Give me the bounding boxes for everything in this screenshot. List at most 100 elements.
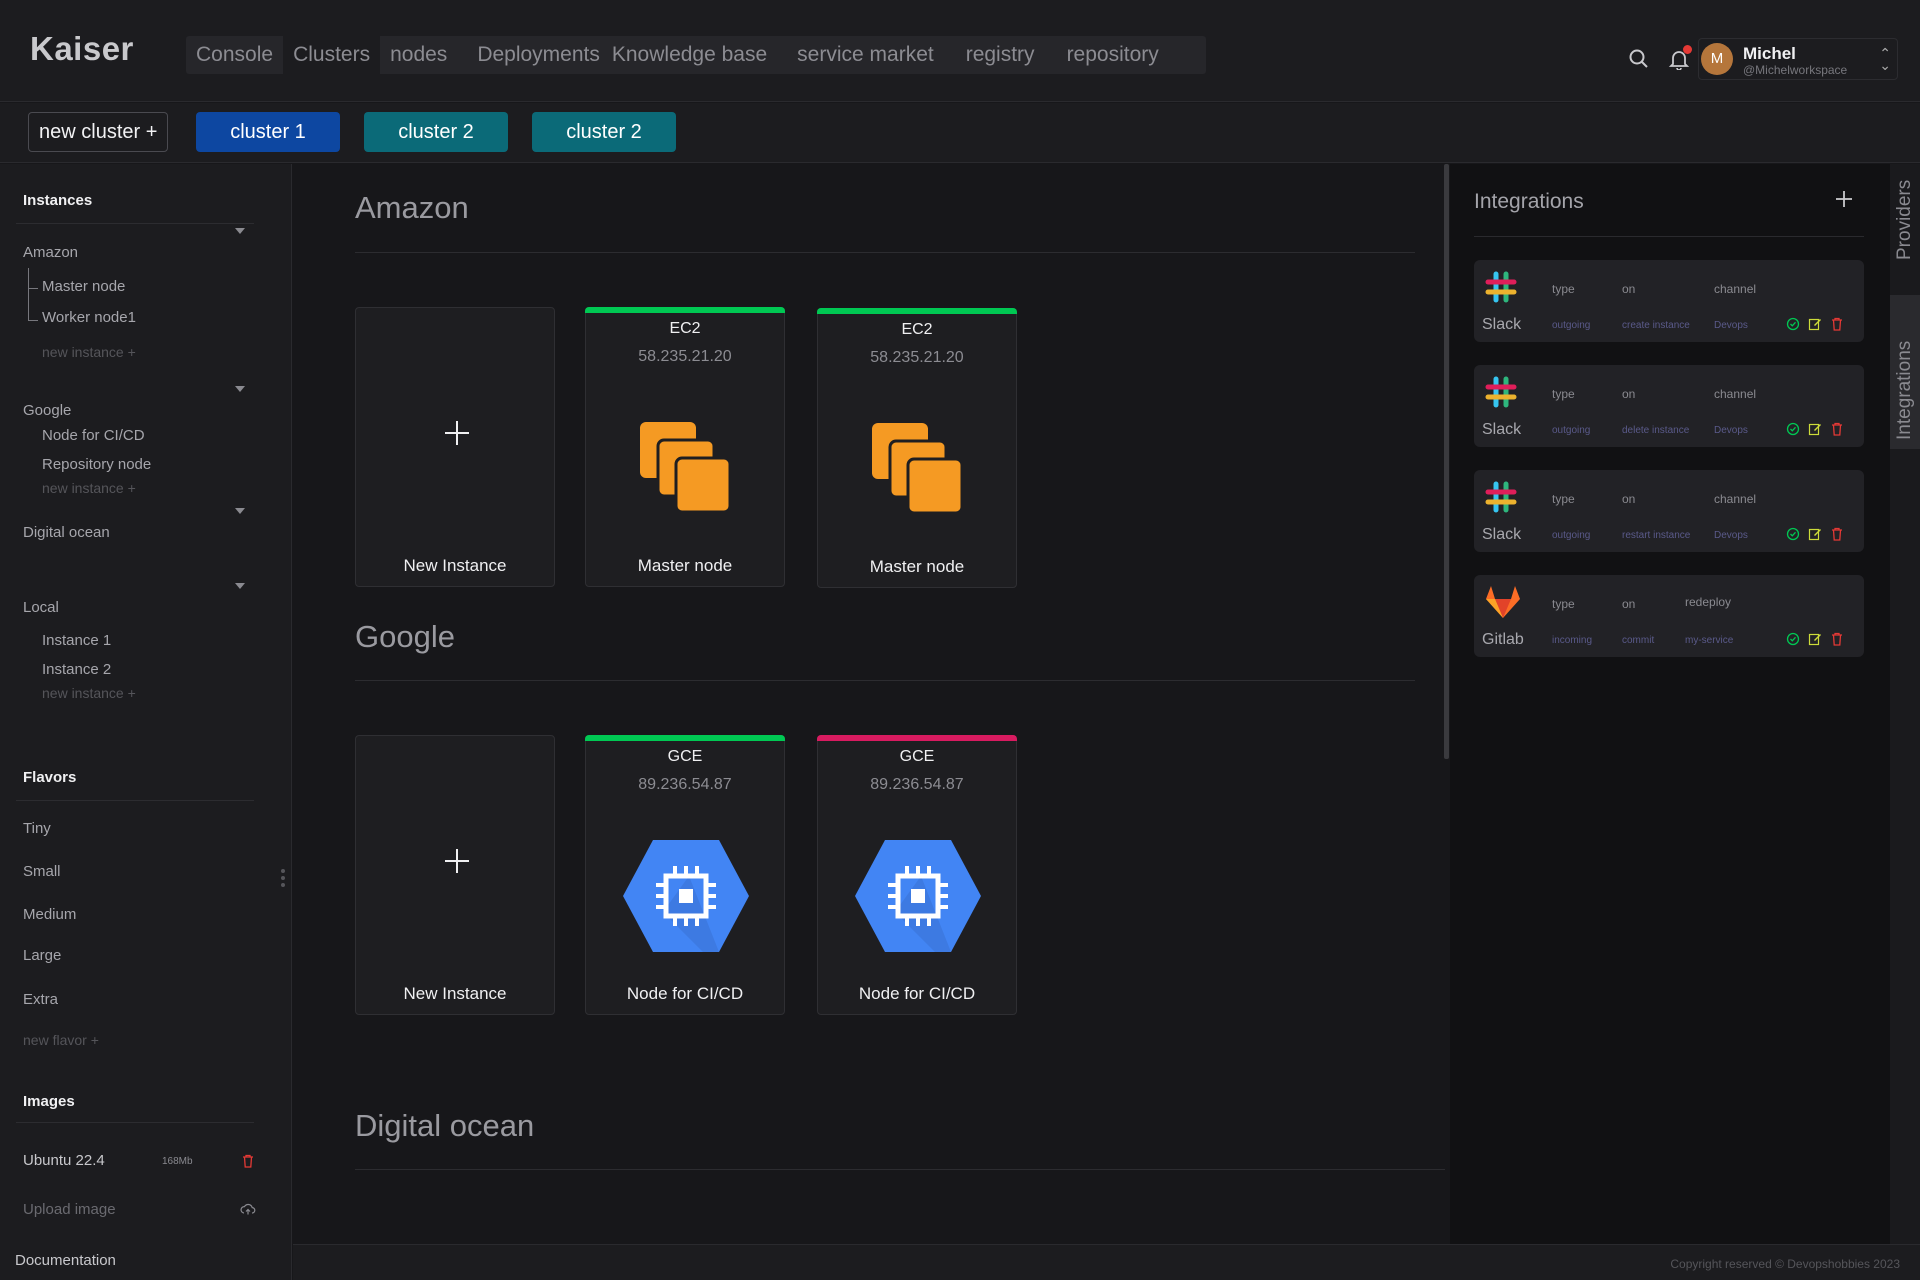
- cloud-upload-icon[interactable]: [240, 1202, 256, 1221]
- gitlab-icon: [1484, 585, 1520, 619]
- instance-master-node[interactable]: Master node: [42, 278, 125, 295]
- cluster-tab-3[interactable]: cluster 2: [532, 112, 676, 152]
- caret-down-icon[interactable]: [235, 228, 245, 234]
- group-amazon[interactable]: Amazon: [23, 244, 78, 261]
- integrations-panel: Integrations Slack type on channel outgoing c…: [1450, 164, 1890, 1244]
- edit-icon[interactable]: [1808, 317, 1822, 331]
- group-local[interactable]: Local: [23, 599, 59, 616]
- integration-event: restart instance: [1622, 530, 1691, 541]
- flavor-large[interactable]: Large: [23, 947, 61, 964]
- edit-icon[interactable]: [1808, 527, 1822, 541]
- caret-down-icon[interactable]: [235, 386, 245, 392]
- trash-icon[interactable]: [1831, 317, 1845, 331]
- integration-name: Slack: [1482, 421, 1522, 438]
- nav-nodes[interactable]: nodes: [380, 36, 469, 74]
- caret-down-icon[interactable]: [235, 583, 245, 589]
- nav-deployments[interactable]: Deployments: [469, 36, 606, 74]
- new-instance-card[interactable]: New Instance: [355, 307, 555, 587]
- instance-type: EC2: [901, 321, 933, 338]
- user-workspace: @Michelworkspace: [1743, 63, 1848, 77]
- trash-icon[interactable]: [242, 1154, 254, 1173]
- new-instance-card[interactable]: New Instance: [355, 735, 555, 1015]
- nav-registry[interactable]: registry: [956, 36, 1057, 74]
- nav-service-market[interactable]: service market: [787, 36, 956, 74]
- instance-repository-node[interactable]: Repository node: [42, 456, 151, 473]
- check-icon[interactable]: [1786, 422, 1800, 436]
- caret-down-icon[interactable]: [235, 508, 245, 514]
- left-sidebar: Instances Amazon Master node Worker node…: [0, 164, 292, 1280]
- nav-repository[interactable]: repository: [1057, 36, 1169, 74]
- instance-ip: 89.236.54.87: [870, 776, 964, 793]
- new-instance-link[interactable]: new instance +: [42, 480, 136, 496]
- trash-icon[interactable]: [1831, 527, 1845, 541]
- instance-card[interactable]: GCE 89.236.54.87 Node for CI/CD: [817, 735, 1017, 1015]
- integration-header: on: [1622, 282, 1636, 296]
- nav-knowledge-base[interactable]: Knowledge base: [606, 36, 787, 74]
- app-logo[interactable]: Kaiser: [30, 30, 134, 68]
- check-icon[interactable]: [1786, 317, 1800, 331]
- instance-card[interactable]: EC2 58.235.21.20 Master node: [817, 308, 1017, 588]
- new-instance-link[interactable]: new instance +: [42, 344, 136, 360]
- main-scrollbar[interactable]: [1444, 164, 1449, 759]
- instance-worker-node1[interactable]: Worker node1: [42, 309, 136, 326]
- flavor-medium[interactable]: Medium: [23, 906, 76, 923]
- instance-2[interactable]: Instance 2: [42, 661, 111, 678]
- cluster-tab-2[interactable]: cluster 2: [364, 112, 508, 152]
- trash-icon[interactable]: [1831, 422, 1845, 436]
- new-cluster-button[interactable]: new cluster +: [28, 112, 169, 152]
- nav-clusters[interactable]: Clusters: [283, 36, 381, 74]
- instance-type: GCE: [899, 748, 935, 765]
- instance-card[interactable]: EC2 58.235.21.20 Master node: [585, 307, 785, 587]
- integration-header: redeploy: [1685, 595, 1732, 609]
- trash-icon[interactable]: [1831, 632, 1845, 646]
- slack-icon: [1484, 270, 1518, 304]
- instance-card[interactable]: GCE 89.236.54.87 Node for CI/CD: [585, 735, 785, 1015]
- search-icon[interactable]: [1628, 48, 1650, 70]
- new-instance-link[interactable]: new instance +: [42, 685, 136, 701]
- tab-integrations[interactable]: Integrations: [1890, 295, 1920, 449]
- main-content: Amazon New Instance EC2 58.235.21.20 Mas…: [293, 164, 1446, 1244]
- section-title-google: Google: [355, 619, 455, 654]
- tree-line: [28, 268, 29, 320]
- edit-icon[interactable]: [1808, 422, 1822, 436]
- documentation-link[interactable]: Documentation: [15, 1252, 116, 1269]
- flavor-small[interactable]: Small: [23, 863, 61, 880]
- integration-header: channel: [1714, 387, 1757, 401]
- group-google[interactable]: Google: [23, 402, 71, 419]
- chevron-updown-icon: ⌃ ⌄: [1879, 45, 1891, 73]
- instance-ip: 89.236.54.87: [638, 776, 732, 793]
- instance-1[interactable]: Instance 1: [42, 632, 111, 649]
- flavor-tiny[interactable]: Tiny: [23, 820, 51, 837]
- tab-providers[interactable]: Providers: [1890, 164, 1920, 294]
- integration-card[interactable]: Slack type on channel outgoing create instanc…: [1474, 260, 1864, 342]
- nav-console[interactable]: Console: [186, 36, 283, 74]
- integration-card[interactable]: Gitlab type on redeploy incoming commit my-ser…: [1474, 575, 1864, 657]
- instances-heading: Instances: [23, 192, 93, 209]
- user-menu[interactable]: M Michel @Michelworkspace ⌃ ⌄: [1698, 38, 1898, 80]
- check-icon[interactable]: [1786, 632, 1800, 646]
- add-integration-icon[interactable]: [1835, 190, 1853, 213]
- resize-handle[interactable]: [281, 869, 285, 890]
- integration-name: Slack: [1482, 526, 1522, 543]
- compute-engine-icon: [855, 840, 981, 957]
- integration-card[interactable]: Slack type on channel outgoing restart instan…: [1474, 470, 1864, 552]
- upload-image-link[interactable]: Upload image: [23, 1201, 116, 1218]
- instance-node-cicd[interactable]: Node for CI/CD: [42, 427, 145, 444]
- integration-channel: my-service: [1685, 635, 1734, 646]
- divider: [16, 223, 254, 224]
- group-digital-ocean[interactable]: Digital ocean: [23, 524, 110, 541]
- bell-icon[interactable]: [1668, 45, 1692, 71]
- integration-card[interactable]: Slack type on channel outgoing delete instanc…: [1474, 365, 1864, 447]
- integration-header: channel: [1714, 492, 1757, 506]
- plus-icon: [444, 420, 470, 451]
- image-ubuntu[interactable]: Ubuntu 22.4: [23, 1152, 105, 1169]
- flavor-extra[interactable]: Extra: [23, 991, 58, 1008]
- integration-header: type: [1552, 597, 1575, 611]
- status-strip: [585, 735, 785, 741]
- check-icon[interactable]: [1786, 527, 1800, 541]
- edit-icon[interactable]: [1808, 632, 1822, 646]
- new-flavor-link[interactable]: new flavor +: [23, 1032, 99, 1048]
- ec2-icon: [872, 423, 964, 520]
- cluster-tab-1[interactable]: cluster 1: [196, 112, 340, 152]
- integration-type: outgoing: [1552, 425, 1591, 436]
